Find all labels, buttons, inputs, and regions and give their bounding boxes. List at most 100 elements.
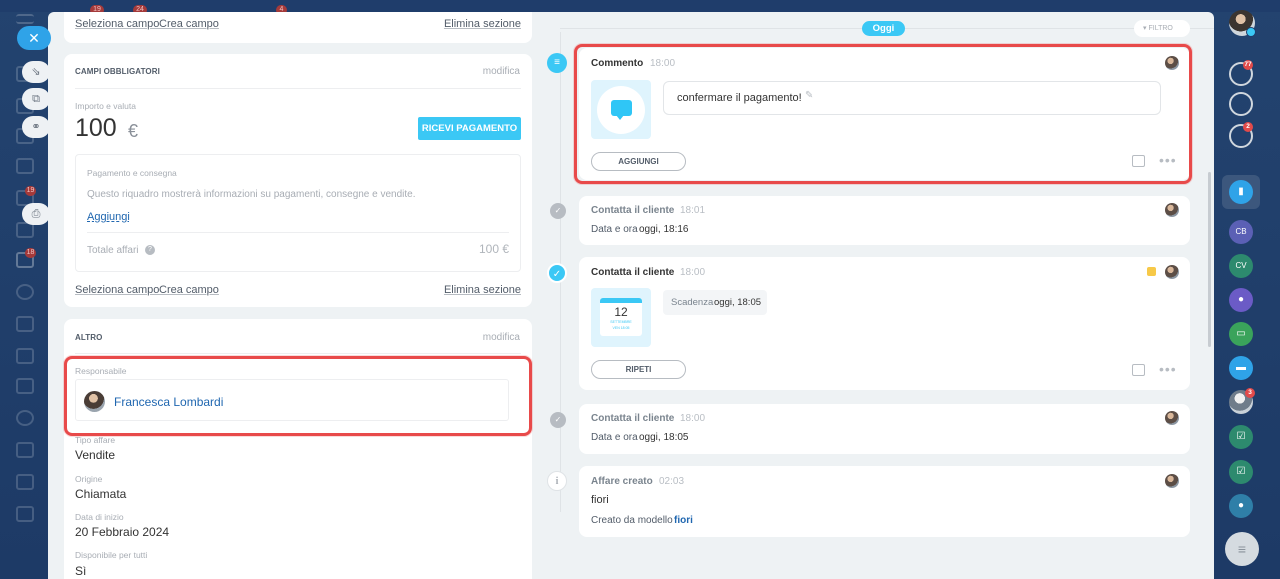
help-icon[interactable]: ? <box>145 245 155 255</box>
deadline-label: Scadenza <box>671 297 714 308</box>
print-button[interactable]: ⎙ <box>22 203 50 225</box>
payment-box: Pagamento e consegna Questo riquadro mos… <box>75 154 521 272</box>
calendar-dow: VEN 18:05 <box>612 326 630 330</box>
divider <box>75 88 521 89</box>
section-title: ALTRO <box>75 333 103 342</box>
add-payment-link[interactable]: Aggiungi <box>87 211 130 223</box>
field-value: Chiamata <box>75 487 127 501</box>
task-check-icon[interactable]: ☑ <box>1229 460 1253 484</box>
field-value: Vendite <box>75 448 116 462</box>
app-icon[interactable] <box>16 474 34 490</box>
delete-section-link[interactable]: Elimina sezione <box>444 18 521 30</box>
highlight-comment <box>574 44 1192 184</box>
call-card-active: Contatta il cliente 18:00 12 SETTEMBRE V… <box>579 257 1190 390</box>
calendar-icon[interactable] <box>16 316 34 332</box>
deadline-value: oggi, 18:05 <box>714 297 762 308</box>
delete-section-link[interactable]: Elimina sezione <box>444 284 521 296</box>
calendar-icon: 12 SETTEMBRE VEN 18:05 <box>600 298 642 336</box>
created-time: 02:03 <box>659 476 685 487</box>
side-action-button[interactable]: ⇘ <box>22 61 50 83</box>
chat-badge: 2 <box>1243 122 1253 132</box>
amount-value: 100 <box>75 114 117 142</box>
group-icon[interactable]: ● <box>1229 288 1253 312</box>
card-icon[interactable] <box>16 378 34 394</box>
today-badge: Oggi <box>862 21 905 36</box>
section-footer: Seleziona campo Crea campo Elimina sezio… <box>64 12 532 43</box>
deal-created-card: Affare creato 02:03 fiori Creato da mode… <box>579 466 1190 537</box>
create-field-link[interactable]: Crea campo <box>159 284 219 296</box>
call-date-label: Data e ora <box>591 224 638 235</box>
call-card: Contatta il cliente 18:00 Data e ora ogg… <box>579 404 1190 454</box>
call-done-icon: ✓ <box>550 412 566 428</box>
payment-description: Questo riquadro mostrerà informazioni su… <box>87 189 416 200</box>
chat-icon[interactable]: ▬ <box>1229 356 1253 380</box>
edit-link[interactable]: modifica <box>483 332 520 343</box>
comment-icon: ≡ <box>547 53 567 73</box>
field-label: Importo e valuta <box>75 101 136 111</box>
divider <box>75 353 521 354</box>
call-date-label: Data e ora <box>591 432 638 443</box>
create-field-link[interactable]: Crea campo <box>159 18 219 30</box>
online-indicator <box>1246 27 1256 37</box>
field-label: Disponibile per tutti <box>75 550 148 560</box>
call-time: 18:01 <box>680 205 706 216</box>
note-icon[interactable] <box>1132 364 1145 376</box>
link-button[interactable]: ⚭ <box>22 116 50 138</box>
field-value: 20 Febbraio 2024 <box>75 525 170 539</box>
left-nav: 19 18 <box>0 0 48 579</box>
close-button[interactable]: ✕ <box>17 26 51 50</box>
call-title: Contatta il cliente <box>591 267 675 278</box>
avatar <box>1165 203 1179 217</box>
list-icon[interactable] <box>16 442 34 458</box>
template-label: Creato da modello <box>591 515 673 526</box>
notifications-badge: 77 <box>1243 60 1253 70</box>
bookmark-icon[interactable]: ▮ <box>1229 180 1253 204</box>
call-done-icon: ✓ <box>550 203 566 219</box>
call-date-value: oggi, 18:05 <box>639 432 689 443</box>
avatar-badge: 3 <box>1245 388 1255 398</box>
more-icon[interactable]: ••• <box>1159 361 1177 377</box>
avatar <box>1165 265 1179 279</box>
call-title: Contatta il cliente <box>591 413 675 424</box>
document-icon[interactable] <box>16 348 34 364</box>
edit-link[interactable]: modifica <box>483 66 520 77</box>
calendar-month: SETTEMBRE <box>610 320 632 324</box>
crm-avatar-1[interactable]: CB <box>1229 220 1253 244</box>
template-link[interactable]: fiori <box>674 515 693 526</box>
contact-card-icon[interactable]: ▭ <box>1229 322 1253 346</box>
divider <box>87 232 509 233</box>
menu-icon[interactable] <box>16 14 34 24</box>
call-card: Contatta il cliente 18:01 Data e ora ogg… <box>579 196 1190 245</box>
field-value: Sì <box>75 564 87 578</box>
field-label: Origine <box>75 474 103 484</box>
settings-icon[interactable] <box>16 284 34 300</box>
tasks-icon[interactable] <box>16 158 34 174</box>
filter-button[interactable]: ▾ FILTRO <box>1134 20 1190 37</box>
field-label: Tipo affare <box>75 435 116 445</box>
menu-button[interactable]: ≡ <box>1225 532 1259 566</box>
calendar-day: 12 <box>614 305 628 319</box>
select-field-link[interactable]: Seleziona campo <box>75 18 159 30</box>
avatar <box>1165 411 1179 425</box>
repeat-button[interactable]: RIPETI <box>591 360 686 379</box>
receive-payment-button[interactable]: RICEVI PAGAMENTO <box>418 117 521 140</box>
activity-icon[interactable] <box>1229 92 1253 116</box>
call-time: 18:00 <box>680 413 706 424</box>
call-active-icon: ✓ <box>547 263 567 283</box>
group-icon[interactable]: ● <box>1229 494 1253 518</box>
required-fields-card: CAMPI OBBLIGATORI modifica Importo e val… <box>64 54 532 307</box>
total-label: Totale affari <box>87 245 139 256</box>
nav-badge: 18 <box>25 248 36 258</box>
call-date-value: oggi, 18:16 <box>639 224 689 235</box>
nav-badge: 19 <box>25 186 36 196</box>
select-field-link[interactable]: Seleziona campo <box>75 284 159 296</box>
highlight-responsible <box>64 356 532 436</box>
open-window-button[interactable]: ⧉ <box>22 88 50 110</box>
crm-avatar-2[interactable]: CV <box>1229 254 1253 278</box>
payment-title: Pagamento e consegna <box>87 168 177 178</box>
scrollbar[interactable] <box>1208 172 1211 347</box>
more-icon[interactable] <box>16 506 34 522</box>
task-check-icon[interactable]: ☑ <box>1229 425 1253 449</box>
top-strip: 19 24 4 <box>0 0 1280 15</box>
users-icon[interactable] <box>16 410 34 426</box>
